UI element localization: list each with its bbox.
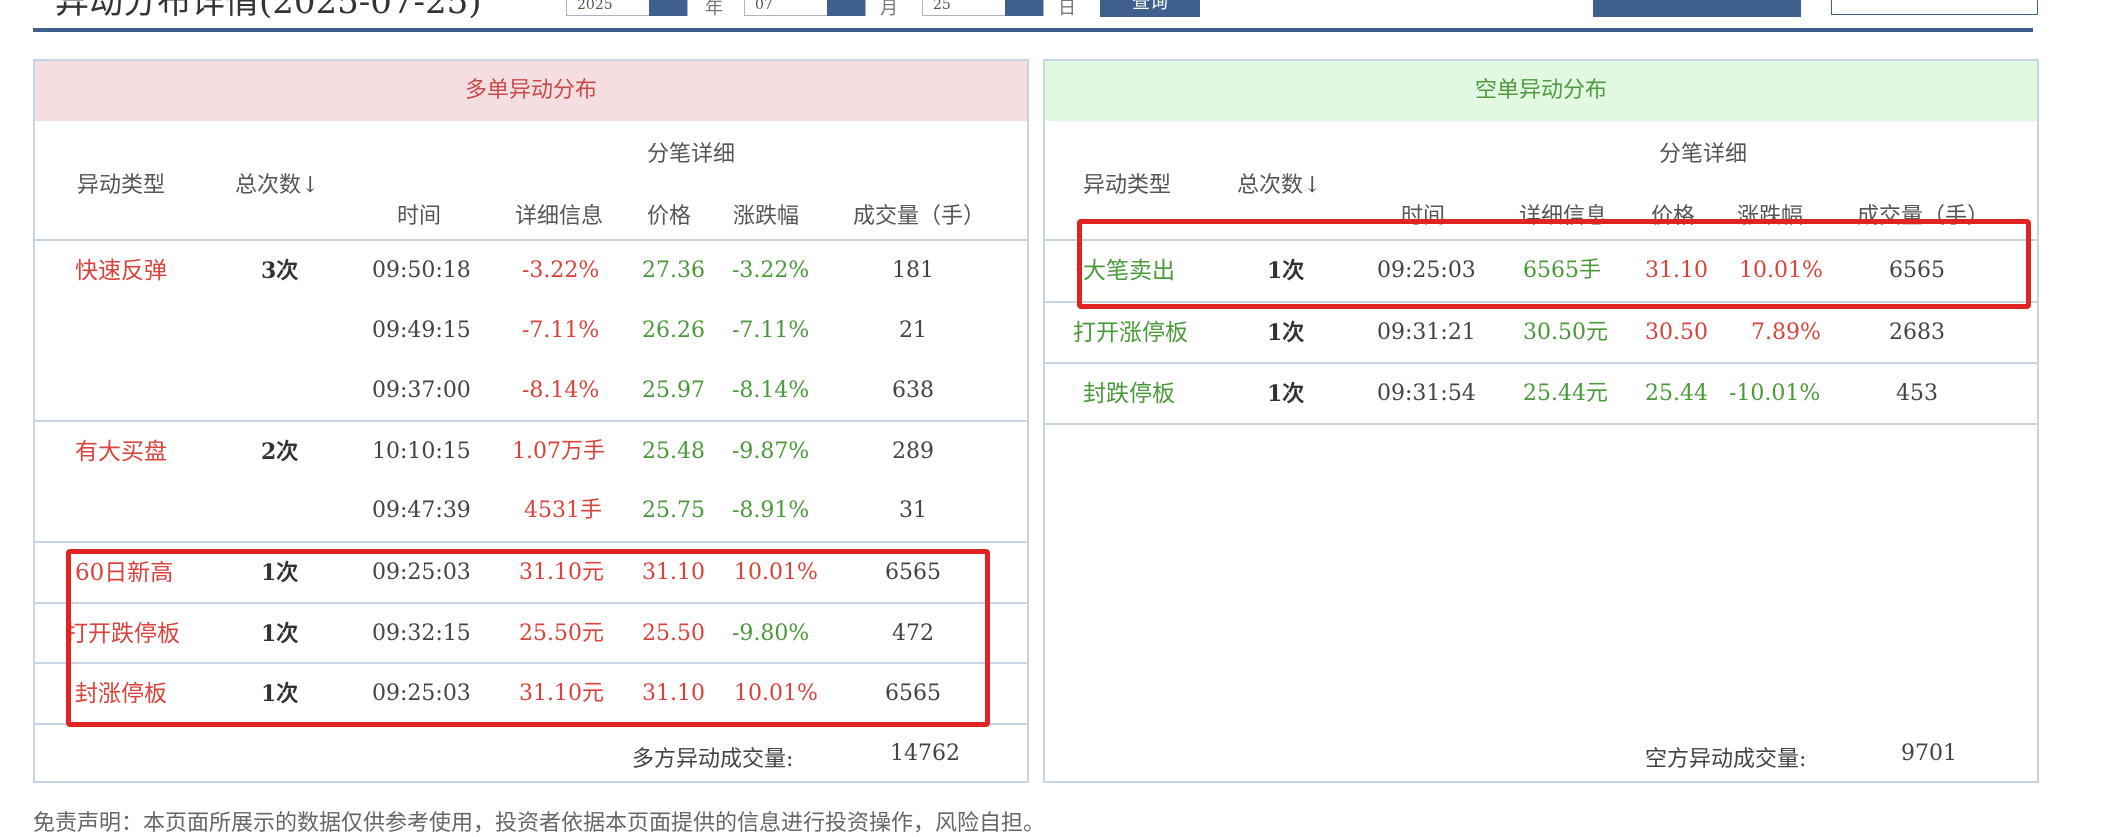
row-time: 10:10:15 xyxy=(372,439,471,464)
short-total-volume-label: 空方异动成交量: xyxy=(1645,747,1807,772)
title-underline xyxy=(33,28,2033,32)
short-distribution-panel: 空单异动分布 异动类型 总次数↓ 分笔详细 时间 详细信息 价格 涨跌幅 成交量… xyxy=(1043,59,2039,783)
row-change: -9.87% xyxy=(732,439,810,464)
row-volume: 31 xyxy=(899,498,927,523)
row-price: 25.97 xyxy=(642,378,705,403)
highlight-box-short xyxy=(1077,219,2031,309)
row-info: -7.11% xyxy=(522,318,600,343)
anomaly-count: 3次 xyxy=(261,258,299,284)
row-change: -7.11% xyxy=(732,318,810,343)
row-time: 09:50:18 xyxy=(372,258,471,283)
row-price: 30.50 xyxy=(1645,320,1708,345)
col-header-type: 异动类型 xyxy=(1083,173,1172,198)
anomaly-type[interactable]: 打开涨停板 xyxy=(1073,303,1188,363)
col-header-type: 异动类型 xyxy=(77,173,166,198)
row-info: -8.14% xyxy=(522,378,600,403)
row-time: 09:31:54 xyxy=(1377,381,1476,406)
row-change: 7.89% xyxy=(1751,320,1821,345)
anomaly-count: 1次 xyxy=(1267,381,1305,407)
row-info: 4531手 xyxy=(524,498,602,523)
month-dropdown-icon[interactable] xyxy=(827,0,865,16)
anomaly-type[interactable]: 封跌停板 xyxy=(1083,364,1175,424)
secondary-button[interactable] xyxy=(1831,0,2038,15)
table-row: 09:37:00 -8.14% 25.97 -8.14% 638 xyxy=(35,361,1027,421)
row-time: 09:47:39 xyxy=(372,498,471,523)
row-info: 25.44元 xyxy=(1523,381,1608,406)
row-time: 09:37:00 xyxy=(372,378,471,403)
query-button[interactable]: 查询 xyxy=(1100,0,1200,17)
row-price: 25.44 xyxy=(1645,381,1708,406)
row-change: -8.14% xyxy=(732,378,810,403)
year-dropdown-icon[interactable] xyxy=(649,0,687,16)
row-price: 27.36 xyxy=(642,258,705,283)
month-unit-label: 月 xyxy=(880,0,898,19)
row-volume: 638 xyxy=(892,378,934,403)
short-panel-title: 空单异动分布 xyxy=(1045,61,2037,121)
row-change: -8.91% xyxy=(732,498,810,523)
col-header-detail-group: 分笔详细 xyxy=(647,142,736,167)
group-divider xyxy=(1045,423,2037,425)
day-dropdown-icon[interactable] xyxy=(1005,0,1043,16)
table-row: 快速反弹 3次 09:50:18 -3.22% 27.36 -3.22% 181 xyxy=(35,241,1027,301)
row-info: 1.07万手 xyxy=(512,439,605,464)
row-volume: 453 xyxy=(1896,381,1938,406)
year-value: 2025 xyxy=(577,0,613,13)
col-header-detail-group: 分笔详细 xyxy=(1659,142,1748,167)
action-button[interactable] xyxy=(1593,0,1801,17)
anomaly-count: 2次 xyxy=(261,439,299,465)
anomaly-type[interactable]: 有大买盘 xyxy=(75,422,167,482)
short-total-volume-value: 9701 xyxy=(1901,741,1957,766)
table-row: 09:49:15 -7.11% 26.26 -7.11% 21 xyxy=(35,301,1027,361)
row-info: 30.50元 xyxy=(1523,320,1608,345)
row-volume: 2683 xyxy=(1889,320,1945,345)
long-total-volume-value: 14762 xyxy=(890,741,960,766)
row-time: 09:31:21 xyxy=(1377,320,1476,345)
anomaly-count: 1次 xyxy=(1267,320,1305,346)
row-price: 25.48 xyxy=(642,439,705,464)
col-header-change: 涨跌幅 xyxy=(733,204,800,229)
col-header-time: 时间 xyxy=(397,204,442,229)
col-header-count[interactable]: 总次数↓ xyxy=(1237,167,1321,199)
disclaimer-text: 免责声明：本页面所展示的数据仅供参考使用，投资者依据本页面提供的信息进行投资操作… xyxy=(33,811,1046,836)
col-header-volume: 成交量（手） xyxy=(853,204,986,229)
row-volume: 21 xyxy=(899,318,927,343)
col-header-price: 价格 xyxy=(647,204,692,229)
col-header-info: 详细信息 xyxy=(515,204,604,229)
long-total-volume-label: 多方异动成交量: xyxy=(632,747,794,772)
row-change: -3.22% xyxy=(732,258,810,283)
year-select[interactable]: 2025 xyxy=(566,0,688,16)
highlight-box-long xyxy=(66,549,990,727)
year-unit-label: 年 xyxy=(705,0,723,19)
page-title: 异动分布详情(2025-07-25) xyxy=(55,0,482,22)
table-row: 09:47:39 4531手 25.75 -8.91% 31 xyxy=(35,481,1027,541)
table-row: 有大买盘 2次 10:10:15 1.07万手 25.48 -9.87% 289 xyxy=(35,422,1027,482)
row-volume: 289 xyxy=(892,439,934,464)
day-unit-label: 日 xyxy=(1058,0,1076,19)
row-price: 26.26 xyxy=(642,318,705,343)
day-select[interactable]: 25 xyxy=(922,0,1044,16)
row-price: 25.75 xyxy=(642,498,705,523)
table-row: 封跌停板 1次 09:31:54 25.44元 25.44 -10.01% 45… xyxy=(1045,364,2037,424)
row-info: -3.22% xyxy=(522,258,600,283)
month-select[interactable]: 07 xyxy=(744,0,866,16)
table-row: 打开涨停板 1次 09:31:21 30.50元 30.50 7.89% 268… xyxy=(1045,303,2037,363)
day-value: 25 xyxy=(933,0,951,13)
row-volume: 181 xyxy=(892,258,934,283)
row-change: -10.01% xyxy=(1729,381,1821,406)
month-value: 07 xyxy=(755,0,773,13)
col-header-count[interactable]: 总次数↓ xyxy=(235,167,319,199)
long-panel-title: 多单异动分布 xyxy=(35,61,1027,121)
anomaly-type[interactable]: 快速反弹 xyxy=(75,241,167,301)
query-bar: 异动分布详情(2025-07-25) 2025 年 07 月 25 日 查询 xyxy=(0,0,2127,34)
row-time: 09:49:15 xyxy=(372,318,471,343)
